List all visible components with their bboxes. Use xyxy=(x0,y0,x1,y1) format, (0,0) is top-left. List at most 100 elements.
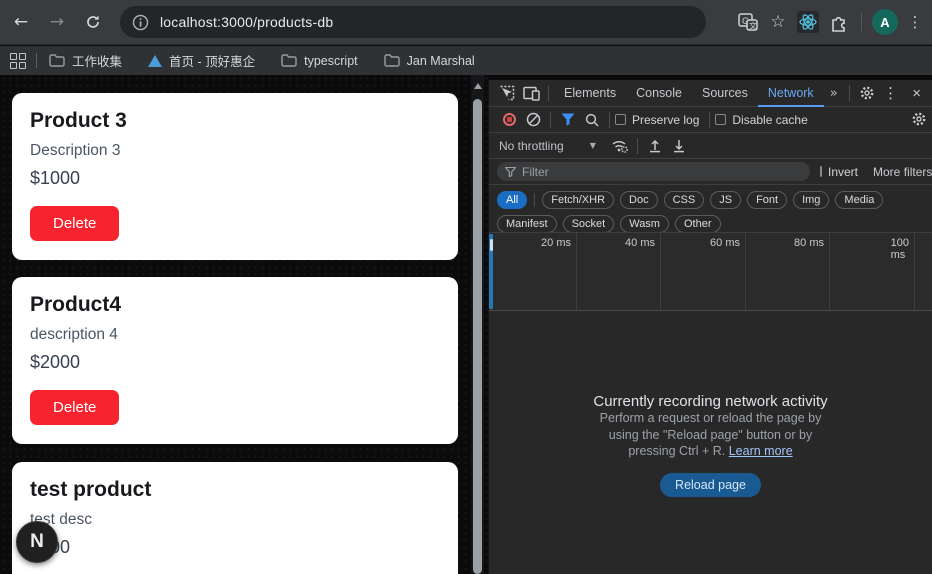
product-card: test product test desc $100 Delete xyxy=(12,462,458,574)
more-filters-label: More filters xyxy=(873,165,932,179)
toolbar-separator xyxy=(550,112,551,128)
device-toolbar-icon[interactable] xyxy=(519,82,543,104)
extensions-puzzle-icon[interactable] xyxy=(825,9,851,35)
devtools-panel: Elements Console Sources Network » ⋮ × xyxy=(488,80,932,574)
product-description: test desc xyxy=(30,511,440,529)
close-devtools-icon[interactable]: × xyxy=(905,82,929,104)
network-panel-body: Currently recording network activity Per… xyxy=(489,311,932,573)
more-filters-button[interactable]: More filters ▼ xyxy=(873,165,932,179)
devtools-menu-icon[interactable]: ⋮ xyxy=(879,82,903,104)
learn-more-link[interactable]: Learn more xyxy=(729,444,793,458)
recording-message-line: using the "Reload page" button or by xyxy=(489,427,932,444)
disable-cache-checkbox[interactable] xyxy=(715,114,726,125)
throttling-select[interactable]: No throttling ▼ xyxy=(499,139,596,153)
folder-icon xyxy=(281,54,297,67)
address-bar[interactable]: localhost:3000/products-db xyxy=(120,6,706,38)
profile-avatar[interactable]: A xyxy=(872,9,898,35)
inspect-element-icon[interactable] xyxy=(495,82,519,104)
delete-button[interactable]: Delete xyxy=(30,390,119,425)
chip-manifest[interactable]: Manifest xyxy=(497,215,557,233)
network-overview-timeline[interactable]: 20 ms 40 ms 60 ms 80 ms 100 ms xyxy=(489,233,932,311)
url-text: localhost:3000/products-db xyxy=(160,14,333,30)
tab-elements[interactable]: Elements xyxy=(554,80,626,107)
tab-sources[interactable]: Sources xyxy=(692,80,758,107)
reload-icon-glyph xyxy=(85,14,101,30)
bookmark-folder-jan-marshal[interactable]: Jan Marshal xyxy=(384,54,475,68)
site-info-icon[interactable] xyxy=(132,14,149,31)
filter-input-container[interactable] xyxy=(497,162,810,181)
throttling-value: No throttling xyxy=(499,139,564,153)
product-price: $1000 xyxy=(30,168,440,189)
forward-icon[interactable]: → xyxy=(42,7,72,37)
chip-socket[interactable]: Socket xyxy=(563,215,615,233)
tabbar-separator xyxy=(548,85,549,101)
bookmark-label: Jan Marshal xyxy=(407,54,475,68)
chip-wasm[interactable]: Wasm xyxy=(620,215,669,233)
product-title: Product4 xyxy=(30,293,440,317)
devtools-tabbar: Elements Console Sources Network » ⋮ × xyxy=(489,80,932,107)
react-devtools-extension-icon[interactable] xyxy=(795,9,821,35)
timeline-tick: 100 ms xyxy=(891,237,914,261)
devtools-settings-gear-icon[interactable] xyxy=(855,82,879,104)
chevron-down-icon: ▼ xyxy=(590,141,596,150)
product-title: Product 3 xyxy=(30,109,440,133)
bookmark-label: 工作收集 xyxy=(72,51,122,70)
nextjs-dev-badge[interactable]: N xyxy=(16,521,58,563)
toolbar-separator xyxy=(609,112,610,128)
tabbar-separator xyxy=(849,85,850,101)
tab-console[interactable]: Console xyxy=(626,80,692,107)
product-title: test product xyxy=(30,478,440,502)
bookmarks-separator xyxy=(36,53,37,68)
search-icon[interactable] xyxy=(580,109,604,131)
clear-icon[interactable] xyxy=(521,109,545,131)
network-conditions-icon[interactable] xyxy=(608,135,632,157)
export-har-icon[interactable] xyxy=(667,135,691,157)
bookmark-label: typescript xyxy=(304,54,358,68)
browser-window: ← → localhost:3000/products-db G 文 xyxy=(0,0,932,574)
site-favicon xyxy=(148,55,162,67)
invert-checkbox[interactable] xyxy=(820,166,822,177)
back-icon[interactable]: ← xyxy=(6,7,36,37)
apps-grid-icon[interactable] xyxy=(10,53,26,69)
chip-js[interactable]: JS xyxy=(710,191,741,209)
product-price: $2000 xyxy=(30,352,440,373)
invert-label: Invert xyxy=(828,165,858,179)
reload-icon[interactable] xyxy=(78,7,108,37)
bookmark-folder-work[interactable]: 工作收集 xyxy=(49,51,122,70)
chip-doc[interactable]: Doc xyxy=(620,191,658,209)
more-tabs-icon[interactable]: » xyxy=(824,86,844,101)
preserve-log-checkbox[interactable] xyxy=(615,114,626,125)
bookmark-homepage[interactable]: 首页 - 顶好惠企 xyxy=(148,51,255,70)
recording-message-title: Currently recording network activity xyxy=(489,311,932,410)
recording-message-line: Perform a request or reload the page by xyxy=(489,410,932,427)
filter-funnel-icon[interactable] xyxy=(556,109,580,131)
chip-img[interactable]: Img xyxy=(793,191,829,209)
bookmark-star-icon[interactable]: ☆ xyxy=(765,9,791,35)
page-content: Product 3 Description 3 $1000 Delete Pro… xyxy=(0,75,488,574)
chip-fetch-xhr[interactable]: Fetch/XHR xyxy=(542,191,614,209)
tab-network[interactable]: Network xyxy=(758,80,824,107)
delete-button[interactable]: Delete xyxy=(30,206,119,241)
timeline-gridline xyxy=(660,233,661,310)
filter-input[interactable] xyxy=(522,165,802,179)
import-har-icon[interactable] xyxy=(643,135,667,157)
page-scrollbar-thumb[interactable] xyxy=(473,99,482,574)
browser-menu-icon[interactable]: ⋮ xyxy=(902,9,928,35)
chip-all[interactable]: All xyxy=(497,191,527,209)
chip-css[interactable]: CSS xyxy=(664,191,705,209)
chip-media[interactable]: Media xyxy=(835,191,883,209)
request-type-chips: All Fetch/XHR Doc CSS JS Font Img Media … xyxy=(489,185,932,233)
reload-page-button[interactable]: Reload page xyxy=(660,473,761,497)
timeline-tick: 40 ms xyxy=(625,237,660,249)
toolbar-separator xyxy=(709,112,710,128)
record-icon[interactable] xyxy=(497,109,521,131)
scrollbar-up-arrow-icon[interactable] xyxy=(474,83,482,89)
overview-resize-handle[interactable] xyxy=(489,234,493,309)
chip-font[interactable]: Font xyxy=(747,191,787,209)
chip-other[interactable]: Other xyxy=(675,215,721,233)
translate-icon[interactable]: G 文 xyxy=(735,9,761,35)
network-settings-gear-icon[interactable] xyxy=(911,111,927,127)
network-toolbar: Preserve log Disable cache xyxy=(489,107,932,133)
bookmark-folder-typescript[interactable]: typescript xyxy=(281,54,358,68)
bookmarks-bar: 工作收集 首页 - 顶好惠企 typescript Jan Marshal xyxy=(0,46,932,75)
